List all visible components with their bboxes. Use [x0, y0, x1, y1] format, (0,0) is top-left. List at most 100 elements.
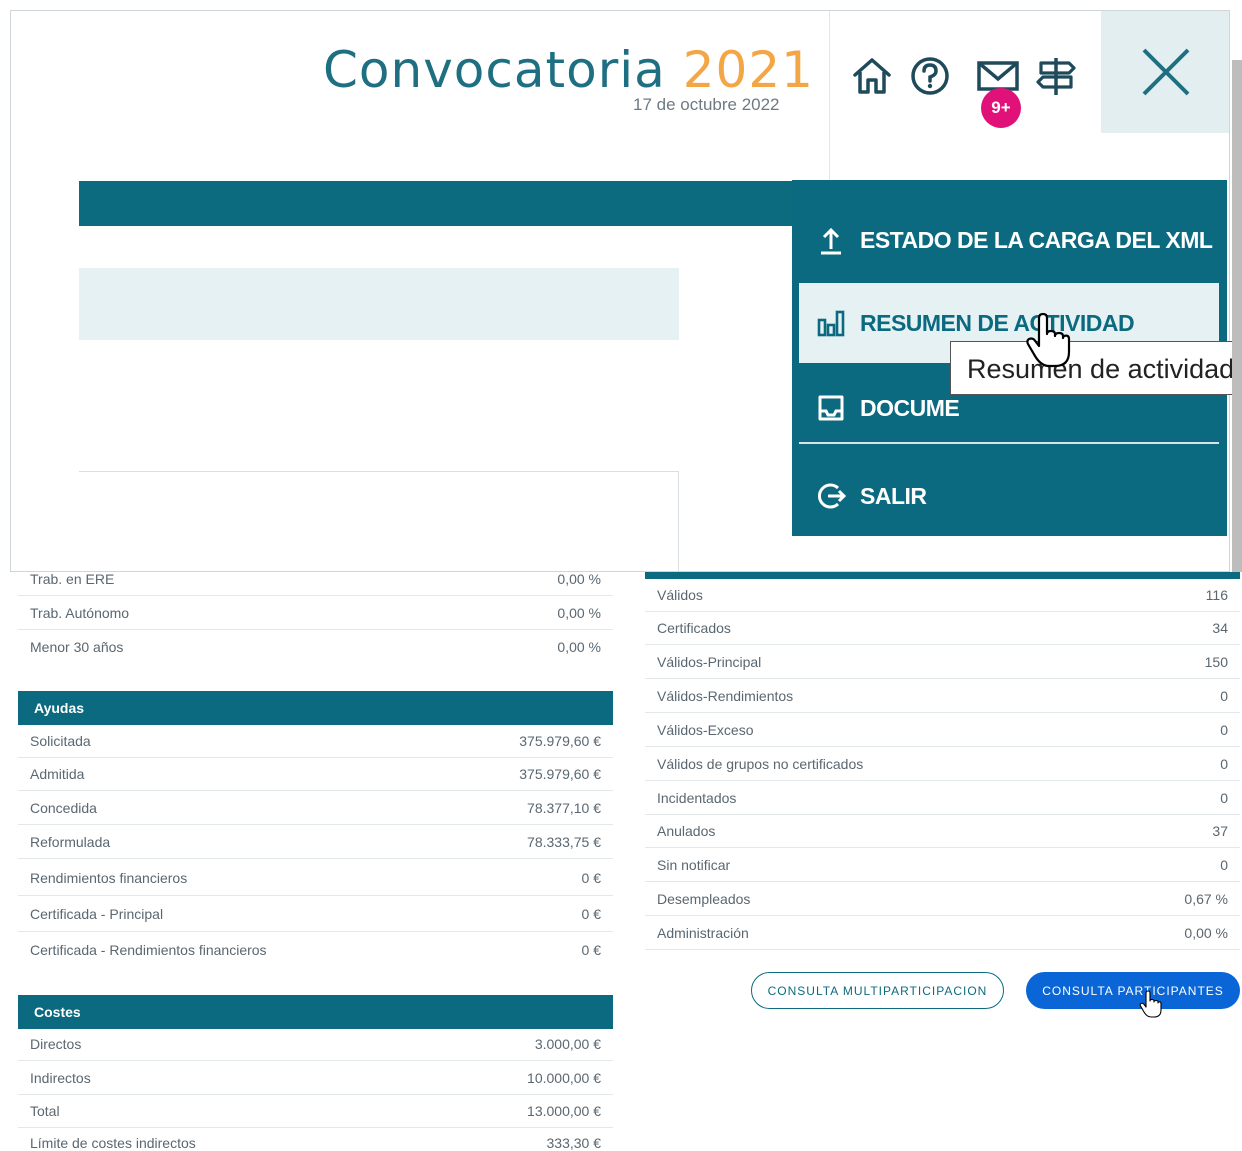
section-bar: [645, 572, 1240, 579]
row-value: 375.979,60 €: [519, 733, 601, 749]
row-label: Rendimientos financieros: [30, 869, 188, 886]
row-label: Válidos: [657, 587, 703, 603]
row-value: 3.000,00 €: [534, 1036, 601, 1052]
content-placeholder: [79, 268, 679, 340]
row-value: 0,00 %: [557, 638, 601, 655]
content-divider: [79, 471, 679, 472]
title-word: Convocatoria: [323, 41, 666, 99]
section-header-costes: Costes: [18, 995, 613, 1029]
row-label: Incidentados: [657, 790, 737, 806]
table-row: Administración 0,00 %: [645, 917, 1240, 950]
table-row: Certificados 34: [645, 612, 1240, 645]
row-value: 78.333,75 €: [527, 834, 601, 850]
row-value: 333,30 €: [546, 1135, 602, 1151]
row-value: 0: [1220, 722, 1228, 738]
menu-item-logout[interactable]: SALIR: [792, 456, 1227, 536]
row-label: Directos: [30, 1036, 82, 1052]
page-title: Convocatoria 2021: [323, 41, 814, 99]
table-row: Reformulada 78.333,75 €: [18, 826, 613, 859]
row-label: Sin notificar: [657, 857, 731, 873]
table-row: Trab. Autónomo 0,00 %: [18, 597, 613, 630]
row-label: Anulados: [657, 823, 716, 839]
logout-icon: [818, 483, 846, 509]
row-value: 0: [1220, 688, 1228, 704]
mail-badge: 9+: [981, 88, 1021, 128]
row-value: 116: [1205, 587, 1228, 603]
row-value: 0 €: [581, 942, 601, 958]
row-label: Certificada - Rendimientos financieros: [30, 942, 267, 958]
tray-icon: [818, 395, 844, 421]
menu-item-label: RESUMEN DE ACTIVIDAD: [860, 309, 1135, 336]
table-row: Directos 3.000,00 €: [18, 1028, 613, 1061]
home-icon[interactable]: [849, 53, 895, 99]
consulta-multiparticipacion-button[interactable]: CONSULTA MULTIPARTICIPACION: [751, 972, 1004, 1009]
table-row: Válidos-Principal 150: [645, 646, 1240, 679]
section-header-ayudas: Ayudas: [18, 691, 613, 725]
title-year: 2021: [682, 41, 814, 99]
row-label: Menor 30 años: [30, 638, 124, 655]
row-value: 375.979,60 €: [519, 766, 601, 782]
row-label: Trab. en ERE: [30, 571, 115, 587]
row-value: 0 €: [581, 869, 601, 886]
tooltip: Resumen de actividad: [950, 341, 1242, 395]
row-label: Certificados: [657, 620, 731, 636]
row-value: 0 €: [581, 905, 601, 922]
table-row: Válidos-Exceso 0: [645, 714, 1240, 747]
table-row: Solicitada 375.979,60 €: [18, 725, 613, 758]
table-row: Indirectos 10.000,00 €: [18, 1062, 613, 1095]
row-value: 150: [1204, 654, 1228, 670]
table-row: Menor 30 años 0,00 %: [18, 630, 613, 663]
table-row: Incidentados 0: [645, 782, 1240, 815]
row-label: Válidos-Exceso: [657, 722, 754, 738]
row-value: 34: [1212, 620, 1228, 636]
row-value: 0: [1220, 790, 1228, 806]
row-value: 0: [1220, 857, 1228, 873]
scrollbar[interactable]: [1232, 60, 1242, 572]
close-button[interactable]: [1101, 11, 1229, 133]
consulta-participantes-button[interactable]: CONSULTA PARTICIPANTES: [1026, 972, 1240, 1009]
menu-item-label: DOCUME: [860, 394, 960, 421]
row-label: Administración: [657, 925, 749, 941]
hand-cursor-icon: [1139, 990, 1162, 1018]
table-row: Total 13.000,00 €: [18, 1095, 613, 1128]
header-panel: Convocatoria 2021 17 de octubre 2022 9+ …: [10, 10, 1230, 572]
row-value: 0,67 %: [1184, 891, 1228, 907]
row-label: Solicitada: [30, 733, 91, 749]
table-row: Rendimientos financieros 0 €: [18, 860, 613, 896]
table-row: Sin notificar 0: [645, 849, 1240, 882]
table-row: Admitida 375.979,60 €: [18, 758, 613, 791]
table-row: Desempleados 0,67 %: [645, 883, 1240, 916]
row-label: Certificada - Principal: [30, 905, 164, 922]
table-row: Certificada - Rendimientos financieros 0 …: [18, 932, 613, 968]
content-divider-vertical: [678, 471, 679, 571]
menu-divider: [799, 442, 1219, 444]
help-icon[interactable]: [907, 53, 953, 99]
row-value: 78.377,10 €: [527, 800, 601, 816]
row-label: Límite de costes indirectos: [30, 1135, 196, 1151]
row-label: Total: [30, 1103, 60, 1119]
table-row: Anulados 37: [645, 815, 1240, 848]
row-label: Admitida: [30, 766, 85, 782]
section-bar: [79, 181, 809, 226]
upload-icon: [821, 227, 841, 255]
bar-chart-icon: [817, 310, 845, 337]
row-label: Concedida: [30, 800, 97, 816]
menu-item-label: SALIR: [860, 482, 927, 509]
row-label: Válidos-Rendimientos: [657, 688, 794, 704]
row-value: 37: [1212, 823, 1228, 839]
signpost-icon[interactable]: [1033, 53, 1079, 99]
close-icon: [1142, 48, 1190, 96]
header-divider: [829, 11, 830, 181]
row-label: Válidos de grupos no certificados: [657, 756, 864, 772]
row-value: 10.000,00 €: [527, 1070, 601, 1086]
row-value: 0,00 %: [1184, 925, 1228, 941]
page-date: 17 de octubre 2022: [633, 95, 780, 114]
row-label: Trab. Autónomo: [30, 605, 130, 621]
row-value: 0,00 %: [557, 605, 601, 621]
row-value: 0,00 %: [557, 571, 601, 587]
table-row: Válidos-Rendimientos 0: [645, 680, 1240, 713]
menu-item-xml-status[interactable]: ESTADO DE LA CARGA DEL XML: [792, 200, 1227, 280]
hand-cursor-icon: [1026, 312, 1071, 368]
row-label: Válidos-Principal: [657, 654, 762, 670]
table-row: Límite de costes indirectos 333,30 €: [18, 1129, 613, 1151]
